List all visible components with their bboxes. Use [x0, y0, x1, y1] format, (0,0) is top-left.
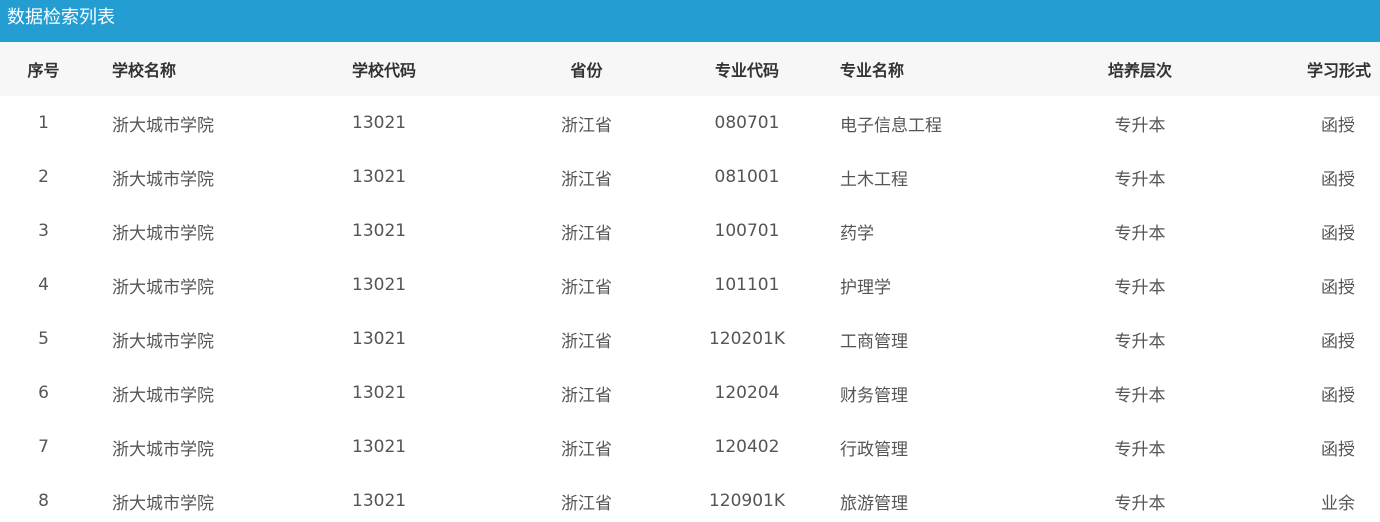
cell-school-name: 浙大城市学院 [112, 385, 214, 406]
cell-major-code: 120204 [714, 383, 780, 403]
cell-province: 浙江省 [561, 277, 612, 298]
cell-school-name: 浙大城市学院 [112, 493, 214, 514]
table-body: 1 浙大城市学院 13021 浙江省 080701 电子信息工程 专升本 函授 … [0, 96, 1380, 522]
data-search-panel: 数据检索列表 序号 学校名称 学校代码 省份 专业代码 专业名称 培养层次 学习… [0, 0, 1380, 522]
cell-study-form: 函授 [1321, 439, 1355, 460]
cell-level: 专升本 [1114, 169, 1166, 190]
cell-level: 专升本 [1114, 277, 1166, 298]
cell-study-form: 函授 [1321, 223, 1355, 244]
cell-level: 专升本 [1114, 115, 1166, 136]
panel-title: 数据检索列表 [0, 0, 1380, 42]
cell-major-code: 120402 [714, 437, 780, 457]
cell-province: 浙江省 [561, 223, 612, 244]
cell-major-code: 080701 [714, 113, 780, 133]
table-row[interactable]: 2 浙大城市学院 13021 浙江省 081001 土木工程 专升本 函授 [0, 150, 1380, 204]
table-row[interactable]: 3 浙大城市学院 13021 浙江省 100701 药学 专升本 函授 [0, 204, 1380, 258]
cell-major-name: 土木工程 [840, 169, 908, 190]
col-header-level[interactable]: 培养层次 [1060, 42, 1220, 96]
cell-index: 3 [38, 221, 49, 241]
cell-study-form: 函授 [1321, 169, 1355, 190]
cell-school-name: 浙大城市学院 [112, 223, 214, 244]
cell-school-name: 浙大城市学院 [112, 115, 214, 136]
cell-level: 专升本 [1114, 223, 1166, 244]
cell-province: 浙江省 [561, 493, 612, 514]
col-header-study-form[interactable]: 学习形式 [1220, 42, 1380, 96]
col-header-major-name[interactable]: 专业名称 [825, 42, 1060, 96]
cell-major-name: 电子信息工程 [840, 115, 942, 136]
cell-index: 8 [38, 491, 49, 511]
cell-school-code: 13021 [352, 437, 407, 457]
cell-study-form: 函授 [1321, 277, 1355, 298]
cell-school-code: 13021 [352, 167, 407, 187]
cell-major-code: 120201K [708, 329, 786, 349]
cell-major-name: 旅游管理 [840, 493, 908, 514]
cell-level: 专升本 [1114, 331, 1166, 352]
cell-study-form: 业余 [1321, 493, 1355, 514]
cell-school-code: 13021 [352, 329, 407, 349]
cell-school-name: 浙大城市学院 [112, 169, 214, 190]
cell-major-name: 护理学 [840, 277, 891, 298]
cell-study-form: 函授 [1321, 115, 1355, 136]
col-header-school-code[interactable]: 学校代码 [327, 42, 504, 96]
cell-major-name: 工商管理 [840, 331, 908, 352]
cell-province: 浙江省 [561, 331, 612, 352]
cell-province: 浙江省 [561, 169, 612, 190]
cell-study-form: 函授 [1321, 385, 1355, 406]
col-header-major-code[interactable]: 专业代码 [669, 42, 825, 96]
cell-major-name: 财务管理 [840, 385, 908, 406]
table-row[interactable]: 4 浙大城市学院 13021 浙江省 101101 护理学 专升本 函授 [0, 258, 1380, 312]
cell-major-name: 药学 [840, 223, 874, 244]
cell-school-code: 13021 [352, 383, 407, 403]
table-row[interactable]: 5 浙大城市学院 13021 浙江省 120201K 工商管理 专升本 函授 [0, 312, 1380, 366]
table-row[interactable]: 8 浙大城市学院 13021 浙江省 120901K 旅游管理 专升本 业余 [0, 474, 1380, 522]
cell-index: 6 [38, 383, 49, 403]
cell-school-name: 浙大城市学院 [112, 277, 214, 298]
cell-study-form: 函授 [1321, 331, 1355, 352]
col-header-province[interactable]: 省份 [504, 42, 669, 96]
cell-level: 专升本 [1114, 493, 1166, 514]
header-row: 序号 学校名称 学校代码 省份 专业代码 专业名称 培养层次 学习形式 [0, 42, 1380, 96]
cell-level: 专升本 [1114, 385, 1166, 406]
cell-major-code: 101101 [714, 275, 780, 295]
cell-school-name: 浙大城市学院 [112, 439, 214, 460]
cell-level: 专升本 [1114, 439, 1166, 460]
cell-school-name: 浙大城市学院 [112, 331, 214, 352]
cell-index: 2 [38, 167, 49, 187]
table-row[interactable]: 7 浙大城市学院 13021 浙江省 120402 行政管理 专升本 函授 [0, 420, 1380, 474]
table-header: 序号 学校名称 学校代码 省份 专业代码 专业名称 培养层次 学习形式 [0, 42, 1380, 96]
cell-school-code: 13021 [352, 221, 407, 241]
cell-school-code: 13021 [352, 491, 407, 511]
cell-index: 4 [38, 275, 49, 295]
cell-major-code: 100701 [714, 221, 780, 241]
cell-province: 浙江省 [561, 385, 612, 406]
table-row[interactable]: 1 浙大城市学院 13021 浙江省 080701 电子信息工程 专升本 函授 [0, 96, 1380, 150]
cell-major-name: 行政管理 [840, 439, 908, 460]
cell-province: 浙江省 [561, 115, 612, 136]
cell-index: 1 [38, 113, 49, 133]
cell-province: 浙江省 [561, 439, 612, 460]
cell-major-code: 120901K [708, 491, 786, 511]
table-row[interactable]: 6 浙大城市学院 13021 浙江省 120204 财务管理 专升本 函授 [0, 366, 1380, 420]
cell-school-code: 13021 [352, 113, 407, 133]
cell-major-code: 081001 [714, 167, 780, 187]
cell-school-code: 13021 [352, 275, 407, 295]
col-header-index[interactable]: 序号 [0, 42, 87, 96]
results-table: 序号 学校名称 学校代码 省份 专业代码 专业名称 培养层次 学习形式 1 浙大… [0, 42, 1380, 522]
col-header-school-name[interactable]: 学校名称 [87, 42, 327, 96]
cell-index: 7 [38, 437, 49, 457]
cell-index: 5 [38, 329, 49, 349]
